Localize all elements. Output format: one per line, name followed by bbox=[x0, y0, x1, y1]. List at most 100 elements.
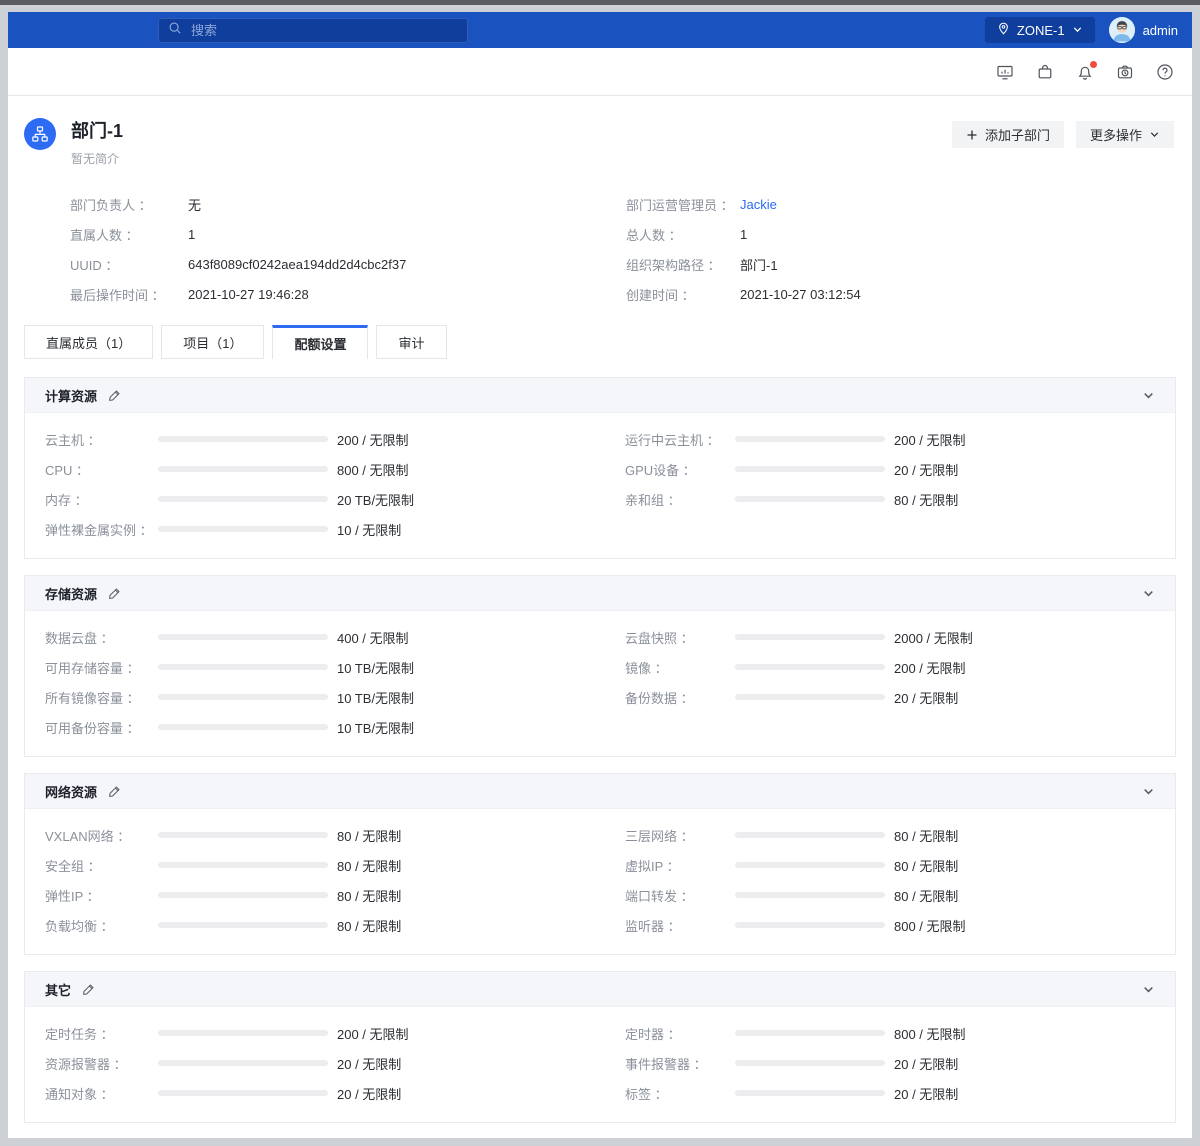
toolbox-icon[interactable] bbox=[1036, 63, 1054, 81]
quota-value: 20 / 无限制 bbox=[337, 1054, 401, 1073]
operation-recorder-icon[interactable] bbox=[1116, 63, 1134, 81]
tab-label: 直属成员（1） bbox=[46, 333, 131, 352]
quota-label: 定时器 ： bbox=[625, 1024, 735, 1043]
chevron-down-icon bbox=[1149, 129, 1160, 140]
quota-progress-bar bbox=[158, 1030, 328, 1036]
quota-value: 800 / 无限制 bbox=[894, 916, 966, 935]
quota-progress-bar bbox=[735, 436, 885, 442]
quota-label: 负载均衡 ： bbox=[45, 916, 158, 935]
quota-row: 备份数据 ： 20 / 无限制 bbox=[625, 682, 1175, 712]
collapse-chevron-icon[interactable] bbox=[1142, 785, 1155, 798]
collapse-chevron-icon[interactable] bbox=[1142, 389, 1155, 402]
quota-progress-bar bbox=[158, 892, 328, 898]
info-label: 部门负责人 ： bbox=[70, 195, 188, 214]
quota-label: 资源报警器 ： bbox=[45, 1054, 158, 1073]
tab[interactable]: 审计 bbox=[376, 325, 446, 359]
quota-progress-bar bbox=[158, 664, 328, 670]
quota-row: 运行中云主机 ： 200 / 无限制 bbox=[625, 424, 1175, 454]
quota-progress-bar bbox=[735, 496, 885, 502]
quota-row: 可用存储容量 ： 10 TB/无限制 bbox=[45, 652, 600, 682]
info-value: 643f8089cf0242aea194dd2d4cbc2f37 bbox=[188, 257, 406, 272]
quota-label: 云盘快照 ： bbox=[625, 628, 735, 647]
user-menu[interactable]: admin bbox=[1109, 17, 1178, 43]
quota-label: 数据云盘 ： bbox=[45, 628, 158, 647]
quota-label: 亲和组 ： bbox=[625, 490, 735, 509]
detail-tabs: 直属成员（1） 项目（1） 配额设置 审计 bbox=[8, 309, 1192, 377]
quota-label: 内存 ： bbox=[45, 490, 158, 509]
info-value: 无 bbox=[188, 195, 201, 214]
quota-row: 安全组 ： 80 / 无限制 bbox=[45, 850, 600, 880]
search-input[interactable] bbox=[189, 22, 458, 39]
quota-label: 安全组 ： bbox=[45, 856, 158, 875]
info-row: 总人数 ： 1 bbox=[626, 219, 1174, 249]
quota-label: 标签 ： bbox=[625, 1084, 735, 1103]
quota-value: 400 / 无限制 bbox=[337, 628, 409, 647]
quota-progress-bar bbox=[158, 436, 328, 442]
collapse-chevron-icon[interactable] bbox=[1142, 587, 1155, 600]
notifications-bell-icon[interactable] bbox=[1076, 63, 1094, 81]
info-row: 部门负责人 ： 无 bbox=[70, 189, 626, 219]
collapse-chevron-icon[interactable] bbox=[1142, 983, 1155, 996]
more-actions-button[interactable]: 更多操作 bbox=[1076, 121, 1174, 148]
edit-pencil-icon[interactable] bbox=[108, 785, 121, 798]
global-search[interactable] bbox=[158, 18, 468, 43]
tab[interactable]: 项目（1） bbox=[161, 325, 264, 359]
info-row: 直属人数 ： 1 bbox=[70, 219, 626, 249]
page-header: 部门-1 暂无简介 添加子部门 更多操作 bbox=[8, 96, 1192, 309]
add-subdepartment-button[interactable]: 添加子部门 bbox=[952, 121, 1064, 148]
quota-label: 端口转发 ： bbox=[625, 886, 735, 905]
info-label: 组织架构路径 ： bbox=[626, 255, 740, 274]
info-row: 最后操作时间 ： 2021-10-27 19:46:28 bbox=[70, 279, 626, 309]
quota-row: 弹性IP ： 80 / 无限制 bbox=[45, 880, 600, 910]
edit-pencil-icon[interactable] bbox=[108, 587, 121, 600]
quota-value: 800 / 无限制 bbox=[894, 1024, 966, 1043]
quota-row: VXLAN网络 ： 80 / 无限制 bbox=[45, 820, 600, 850]
quota-value: 20 / 无限制 bbox=[894, 460, 958, 479]
help-icon[interactable] bbox=[1156, 63, 1174, 81]
quota-value: 200 / 无限制 bbox=[894, 658, 966, 677]
zone-label: ZONE-1 bbox=[1017, 23, 1065, 38]
zone-selector[interactable]: ZONE-1 bbox=[985, 17, 1095, 43]
quota-label: 可用备份容量 ： bbox=[45, 718, 158, 737]
edit-pencil-icon[interactable] bbox=[82, 983, 95, 996]
location-pin-icon bbox=[997, 22, 1010, 38]
info-value: 1 bbox=[188, 227, 195, 242]
quota-progress-bar bbox=[735, 466, 885, 472]
quota-progress-bar bbox=[735, 862, 885, 868]
quota-value: 80 / 无限制 bbox=[337, 886, 401, 905]
section-title: 计算资源 bbox=[45, 386, 97, 405]
info-value: 2021-10-27 19:46:28 bbox=[188, 287, 309, 302]
quota-value: 10 TB/无限制 bbox=[337, 658, 414, 677]
page-title: 部门-1 bbox=[71, 117, 123, 143]
quota-value: 800 / 无限制 bbox=[337, 460, 409, 479]
section-title: 网络资源 bbox=[45, 782, 97, 801]
quota-label: 虚拟IP ： bbox=[625, 856, 735, 875]
quota-label: 事件报警器 ： bbox=[625, 1054, 735, 1073]
quota-label: 备份数据 ： bbox=[625, 688, 735, 707]
app-window: ZONE-1 admin bbox=[8, 12, 1192, 1138]
quota-row: 事件报警器 ： 20 / 无限制 bbox=[625, 1048, 1175, 1078]
quota-value: 200 / 无限制 bbox=[337, 1024, 409, 1043]
quota-value: 10 TB/无限制 bbox=[337, 688, 414, 707]
tab[interactable]: 配额设置 bbox=[272, 325, 368, 359]
quota-label: 三层网络 ： bbox=[625, 826, 735, 845]
quota-row: 可用备份容量 ： 10 TB/无限制 bbox=[45, 712, 600, 742]
info-value[interactable]: Jackie bbox=[740, 197, 777, 212]
department-avatar-icon bbox=[24, 118, 56, 150]
topbar: ZONE-1 admin bbox=[8, 12, 1192, 48]
icon-toolbar bbox=[8, 48, 1192, 96]
quota-value: 80 / 无限制 bbox=[894, 826, 958, 845]
quota-settings-panel: 计算资源 云主机 ： 200 / 无限制 bbox=[8, 377, 1192, 1138]
dashboard-monitor-icon[interactable] bbox=[996, 63, 1014, 81]
section-header: 其它 bbox=[25, 972, 1175, 1007]
quota-value: 200 / 无限制 bbox=[894, 430, 966, 449]
edit-pencil-icon[interactable] bbox=[108, 389, 121, 402]
quota-row: 三层网络 ： 80 / 无限制 bbox=[625, 820, 1175, 850]
quota-progress-bar bbox=[158, 862, 328, 868]
quota-row: 数据云盘 ： 400 / 无限制 bbox=[45, 622, 600, 652]
quota-row: 端口转发 ： 80 / 无限制 bbox=[625, 880, 1175, 910]
tab[interactable]: 直属成员（1） bbox=[24, 325, 153, 359]
quota-label: 弹性裸金属实例 ： bbox=[45, 520, 158, 539]
info-row: UUID ： 643f8089cf0242aea194dd2d4cbc2f37 bbox=[70, 249, 626, 279]
quota-row: 弹性裸金属实例 ： 10 / 无限制 bbox=[45, 514, 600, 544]
